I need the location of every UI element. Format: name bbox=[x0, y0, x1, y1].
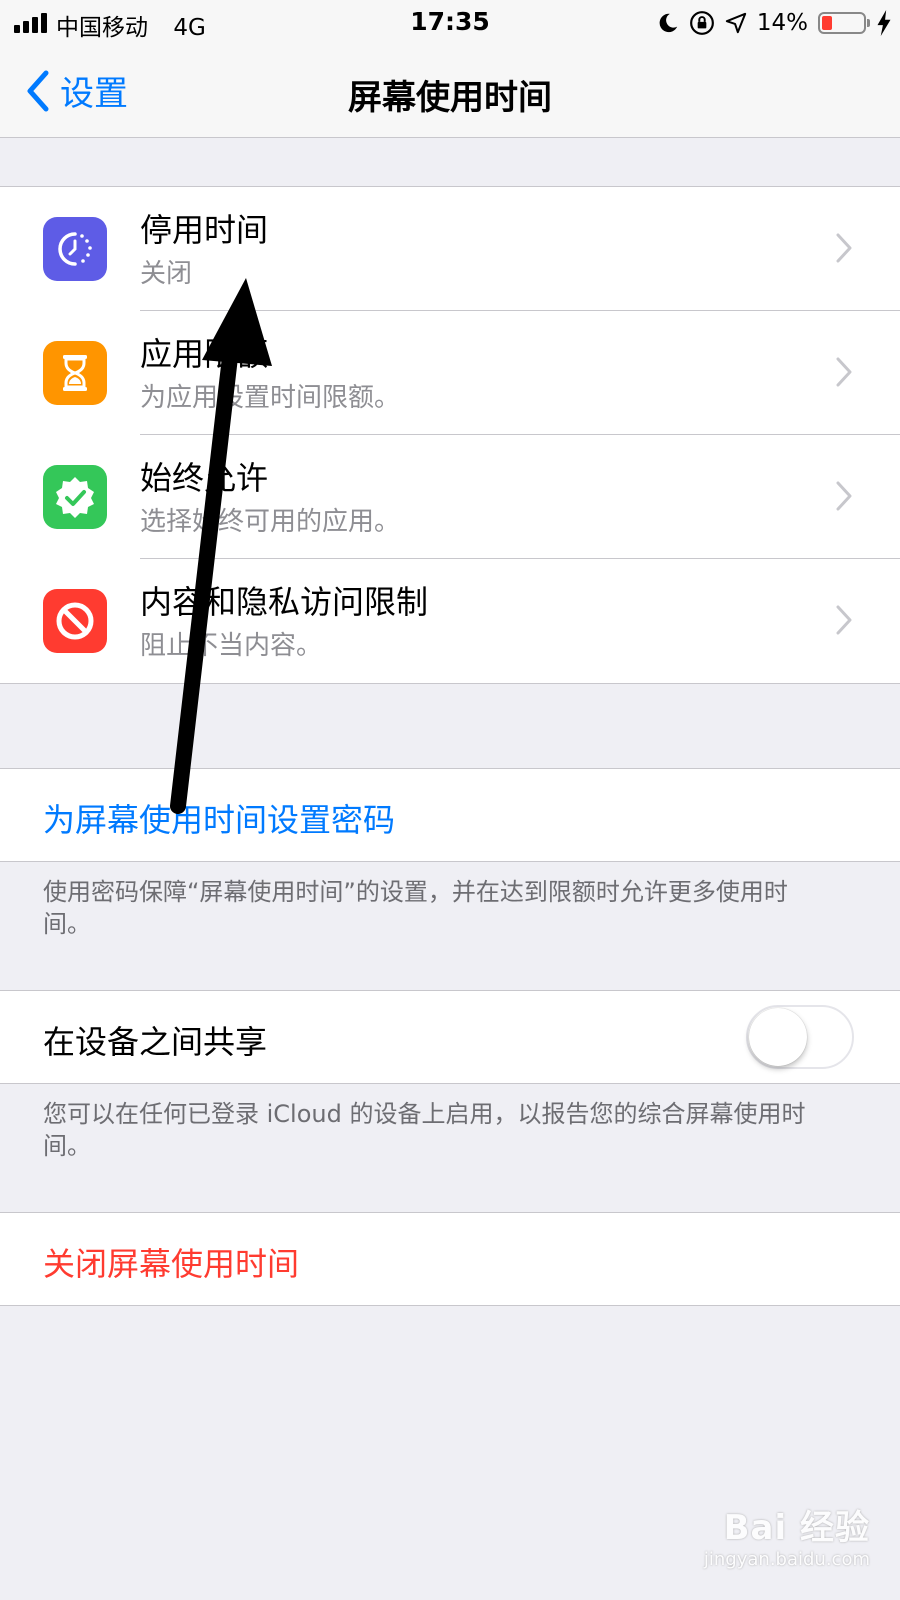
option-content-privacy[interactable]: 内容和隐私访问限制 阻止不当内容。 bbox=[0, 559, 900, 683]
page-title: 屏幕使用时间 bbox=[348, 78, 552, 118]
option-title: 应用限额 bbox=[140, 335, 269, 373]
passcode-footnote: 使用密码保障“屏幕使用时间”的设置，并在达到限额时允许更多使用时间。 bbox=[43, 878, 788, 938]
chevron-right-icon bbox=[836, 233, 852, 263]
charging-bolt-icon bbox=[877, 10, 891, 36]
set-passcode-label: 为屏幕使用时间设置密码 bbox=[43, 801, 396, 839]
watermark-sub: jingyan.baidu.com bbox=[703, 1549, 870, 1570]
status-bar: 中国移动 4G 17:35 14% bbox=[0, 0, 900, 46]
moon-icon bbox=[659, 13, 678, 33]
option-subtitle: 阻止不当内容。 bbox=[140, 631, 323, 661]
share-footnote: 您可以在任何已登录 iCloud 的设备上启用，以报告您的综合屏幕使用时间。 bbox=[43, 1100, 806, 1160]
turn-off-screen-time-label: 关闭屏幕使用时间 bbox=[43, 1245, 300, 1283]
location-icon bbox=[725, 12, 747, 34]
no-entry-icon bbox=[43, 589, 107, 653]
checkmark-badge-icon bbox=[43, 465, 107, 529]
option-title: 始终允许 bbox=[140, 459, 269, 497]
set-passcode-button[interactable]: 为屏幕使用时间设置密码 bbox=[0, 768, 900, 862]
option-title: 内容和隐私访问限制 bbox=[140, 583, 429, 621]
chevron-right-icon bbox=[836, 357, 852, 387]
chevron-right-icon bbox=[836, 481, 852, 511]
option-title: 停用时间 bbox=[140, 211, 269, 249]
option-downtime[interactable]: 停用时间 关闭 bbox=[0, 187, 900, 311]
option-app-limits[interactable]: 应用限额 为应用设置时间限额。 bbox=[0, 311, 900, 435]
option-always-allowed[interactable]: 始终允许 选择始终可用的应用。 bbox=[0, 435, 900, 559]
rotation-lock-icon bbox=[689, 11, 714, 35]
downtime-icon bbox=[43, 217, 107, 281]
watermark-main: Bai 经验 bbox=[723, 1508, 870, 1548]
share-across-devices-row: 在设备之间共享 bbox=[0, 990, 900, 1084]
turn-off-screen-time-button[interactable]: 关闭屏幕使用时间 bbox=[0, 1212, 900, 1306]
hourglass-icon bbox=[43, 341, 107, 405]
option-subtitle: 为应用设置时间限额。 bbox=[140, 383, 401, 413]
battery-percent: 14% bbox=[756, 10, 808, 36]
chevron-right-icon bbox=[836, 605, 852, 635]
option-subtitle: 选择始终可用的应用。 bbox=[140, 507, 401, 537]
navigation-bar: 设置 屏幕使用时间 bbox=[0, 46, 900, 138]
watermark: Bai 经验 jingyan.baidu.com bbox=[704, 1500, 870, 1570]
option-subtitle: 关闭 bbox=[140, 259, 193, 289]
battery-icon bbox=[818, 12, 870, 34]
share-across-devices-toggle[interactable] bbox=[746, 1005, 854, 1069]
screen-time-options: 停用时间 关闭 应用限额 为应用设置时间限额。 始终允许 选择始终可用的应用。 bbox=[0, 186, 900, 684]
toggle-knob bbox=[749, 1008, 807, 1066]
share-across-devices-label: 在设备之间共享 bbox=[43, 1023, 268, 1061]
